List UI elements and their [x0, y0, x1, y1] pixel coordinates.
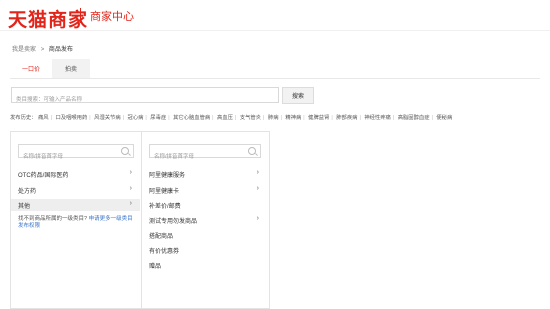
history-item[interactable]: 高血压 [217, 115, 233, 121]
level2-filter-box [149, 144, 261, 163]
history-separator: | [145, 115, 147, 121]
category-item-label: OTC药品/国际医药 [18, 172, 69, 179]
search-icon[interactable] [248, 147, 256, 155]
subcategory-label: 搭配商品 [149, 233, 174, 240]
header-divider [80, 8, 81, 23]
history-separator: | [89, 115, 91, 121]
tmall-merchant-logo[interactable]: 天猫商家 [8, 5, 88, 32]
tab-fixed-price[interactable]: 一口价 [10, 59, 52, 79]
subcategory-label: 补差价/邮费 [149, 203, 181, 210]
subcategory-item[interactable]: 阿里健康卡 › [142, 184, 267, 196]
category-search-box [11, 87, 279, 107]
subcategory-label: 赠品 [149, 263, 162, 270]
history-separator: | [50, 115, 52, 121]
level1-filter-input[interactable] [19, 151, 117, 163]
category-item-otc[interactable]: OTC药品/国际医药 › [11, 168, 140, 180]
hint-text: 找不到商品所属的一级类目? [18, 216, 88, 222]
history-item[interactable]: 肺病 [268, 115, 279, 121]
category-item-label: 其他 [18, 203, 31, 210]
chevron-right-icon: › [256, 185, 259, 192]
subcategory-item[interactable]: 有价优惠券 [142, 244, 267, 256]
subcategory-item[interactable]: 赠品 [142, 259, 267, 271]
history-separator: | [392, 115, 395, 121]
history-separator: | [303, 115, 305, 121]
category-item-prescription[interactable]: 处方药 › [11, 184, 140, 196]
history-item[interactable]: 尿毒症 [150, 115, 166, 121]
breadcrumb: 我是卖家 > 商品发布 [12, 44, 76, 53]
history-label: 发布历史： [10, 115, 37, 121]
history-item[interactable]: 精神病 [285, 115, 301, 121]
history-separator: | [212, 115, 214, 121]
chevron-right-icon: › [256, 169, 259, 176]
subcategory-label: 阿里健康卡 [149, 188, 180, 195]
subcategory-item[interactable]: 阿里健康服务 › [142, 168, 267, 180]
subcategory-label: 测试专用勿发商品 [149, 218, 198, 225]
subcategory-item[interactable]: 搭配商品 [142, 229, 267, 241]
history-separator: | [168, 115, 170, 121]
category-search-input[interactable] [12, 93, 275, 107]
publish-history: 发布历史： 痛风 | 口及咽喉用药 | 风湿关节病 | 冠心病 | 尿毒症 | 其它心脑血… [10, 113, 452, 121]
merchant-center-title[interactable]: 商家中心 [90, 8, 134, 24]
level1-filter-box [18, 144, 134, 163]
subcategory-label: 阿里健康服务 [149, 172, 186, 179]
history-item[interactable]: 风湿关节病 [94, 115, 121, 121]
chevron-right-icon: › [256, 215, 259, 222]
history-separator: | [331, 115, 333, 121]
breadcrumb-root[interactable]: 我是卖家 [12, 47, 36, 53]
history-item[interactable]: 高脂固醇血症 [398, 115, 430, 121]
tab-auction[interactable]: 拍卖 [52, 59, 90, 78]
history-item[interactable]: 痛风 [38, 115, 49, 121]
history-item[interactable]: 支气管炎 [240, 115, 261, 121]
category-level1-panel: OTC药品/国际医药 › 处方药 › 其他 › 找不到商品所属的一级类目? 申请… [10, 131, 143, 309]
history-item[interactable]: 冠心病 [128, 115, 144, 121]
history-item[interactable]: 肺部疾病 [336, 115, 357, 121]
history-item[interactable]: 口及咽喉用药 [55, 115, 87, 121]
history-separator: | [234, 115, 237, 121]
history-separator: | [359, 115, 361, 121]
history-separator: | [263, 115, 265, 121]
level2-filter-input[interactable] [150, 151, 248, 163]
history-item[interactable]: 其它心脑血管病 [173, 115, 210, 121]
category-level2-panel: 阿里健康服务 › 阿里健康卡 › 补差价/邮费 测试专用勿发商品 › 搭配商品 … [141, 131, 270, 309]
breadcrumb-separator: > [40, 47, 45, 53]
category-item-label: 处方药 [18, 188, 37, 195]
search-button[interactable]: 搜索 [282, 87, 314, 104]
search-icon[interactable] [121, 147, 129, 155]
history-separator: | [122, 115, 125, 121]
history-item[interactable]: 健脾益肾 [308, 115, 329, 121]
history-separator: | [431, 115, 433, 121]
history-item[interactable]: 神经性疼痛 [364, 115, 391, 121]
history-separator: | [280, 115, 282, 121]
category-item-other[interactable]: 其他 › [11, 199, 140, 211]
subcategory-item[interactable]: 补差价/邮费 [142, 199, 267, 211]
category-hint: 找不到商品所属的一级类目? 申请更多一级类目发布权限 [18, 216, 136, 230]
header-border [0, 30, 550, 31]
history-item[interactable]: 便秘病 [436, 115, 452, 121]
subcategory-item[interactable]: 测试专用勿发商品 › [142, 214, 267, 226]
subcategory-label: 有价优惠券 [149, 248, 180, 255]
chevron-right-icon: › [129, 169, 132, 176]
chevron-right-icon: › [129, 185, 132, 192]
chevron-right-icon: › [129, 200, 132, 207]
breadcrumb-current: 商品发布 [48, 47, 73, 53]
tabs-divider [10, 78, 540, 79]
